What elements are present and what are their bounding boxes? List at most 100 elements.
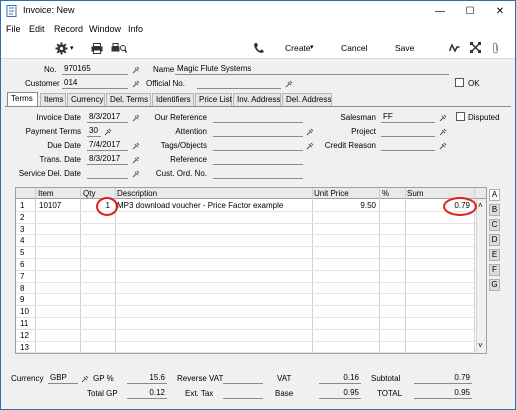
create-dropdown-icon[interactable]: ▾ (310, 43, 314, 51)
col-percent: % (382, 189, 390, 198)
print-icon[interactable] (91, 43, 103, 54)
cell-unit-price[interactable]: 9.50 (314, 201, 376, 210)
due-date-field[interactable]: 7/4/2017 (87, 140, 128, 151)
disputed-checkbox[interactable] (456, 112, 465, 121)
menu-record[interactable]: Record (54, 24, 83, 34)
invoice-app-icon (6, 5, 17, 17)
no-field[interactable]: 970165 (62, 64, 128, 75)
service-del-date-paste-icon[interactable] (132, 170, 140, 178)
total-gp-field: 0.12 (127, 388, 167, 399)
cell-description[interactable]: MP3 download voucher - Price Factor exam… (117, 201, 283, 210)
currency-field[interactable]: GBP (48, 373, 78, 384)
maximize-button[interactable]: ☐ (455, 1, 485, 21)
tab-items[interactable]: Items (40, 93, 66, 106)
row-number: 8 (20, 283, 25, 293)
menu-edit[interactable]: Edit (29, 24, 45, 34)
paste-special-icon[interactable] (132, 66, 140, 74)
row-tab-b[interactable]: B (489, 204, 500, 216)
gp-percent-label: GP % (93, 374, 114, 383)
attachment-icon[interactable] (491, 42, 500, 54)
scroll-up-icon[interactable]: ˄ (478, 201, 483, 210)
col-description: Description (117, 189, 158, 198)
base-field: 0.95 (319, 388, 361, 399)
customer-field[interactable]: 014 (62, 78, 128, 89)
customer-paste-icon[interactable] (132, 80, 140, 88)
tab-del-terms[interactable]: Del. Terms (106, 93, 151, 106)
invoice-date-label: Invoice Date (36, 113, 81, 122)
row-number: 4 (20, 236, 25, 246)
row-tab-f[interactable]: F (489, 264, 500, 276)
row-tab-c[interactable]: C (489, 219, 500, 231)
salesman-field[interactable]: FF (381, 112, 435, 123)
cancel-button[interactable]: Cancel (341, 43, 367, 53)
grid-scrollbar[interactable]: ˄ ˅ (476, 199, 486, 353)
tab-currency[interactable]: Currency (67, 93, 105, 106)
menu-bar: File Edit Record Window Info (1, 21, 515, 37)
project-paste-icon[interactable] (439, 128, 447, 136)
payment-terms-paste-icon[interactable] (104, 128, 112, 136)
gear-icon[interactable] (55, 42, 68, 55)
menu-file[interactable]: File (6, 24, 21, 34)
credit-reason-field[interactable] (381, 140, 435, 151)
close-button[interactable]: ✕ (485, 1, 515, 21)
service-del-date-field[interactable] (87, 168, 128, 179)
row-tab-d[interactable]: D (489, 234, 500, 246)
menu-info[interactable]: Info (128, 24, 143, 34)
attention-field[interactable] (213, 126, 303, 137)
name-field[interactable]: Magic Flute Systems (175, 64, 449, 75)
trans-date-label: Trans. Date (39, 155, 82, 164)
trans-date-field[interactable]: 8/3/2017 (87, 154, 128, 165)
row-tab-g[interactable]: G (489, 279, 500, 291)
toolbar: ▾ Create ▾ Cancel Save (1, 37, 515, 59)
activity-icon[interactable] (449, 43, 460, 53)
salesman-paste-icon[interactable] (439, 114, 447, 122)
cell-item[interactable]: 10107 (39, 201, 61, 210)
payment-terms-field[interactable]: 30 (87, 126, 101, 137)
tags-objects-field[interactable] (213, 140, 303, 151)
grid-header: Item Qty Description Unit Price % Sum (16, 188, 486, 199)
create-button[interactable]: Create (285, 43, 311, 53)
minimize-button[interactable]: — (425, 1, 455, 21)
customer-label: Customer (25, 79, 60, 88)
official-paste-icon[interactable] (285, 80, 293, 88)
row-tab-e[interactable]: E (489, 249, 500, 261)
save-button[interactable]: Save (395, 43, 414, 53)
reference-field[interactable] (213, 154, 303, 165)
print-preview-icon[interactable] (111, 43, 127, 54)
expand-icon[interactable] (470, 42, 481, 53)
due-date-paste-icon[interactable] (132, 142, 140, 150)
row-number: 10 (20, 307, 29, 317)
credit-reason-paste-icon[interactable] (439, 142, 447, 150)
tab-identifiers[interactable]: Identifiers (152, 93, 194, 106)
gp-percent-field: 15.6 (127, 373, 167, 384)
attention-paste-icon[interactable] (306, 128, 314, 136)
name-label: Name (153, 65, 175, 74)
official-no-field[interactable] (197, 78, 281, 89)
cust-ord-no-field[interactable] (213, 168, 303, 179)
tab-del-address[interactable]: Del. Address (282, 93, 332, 106)
disputed-label: Disputed (468, 113, 500, 122)
our-reference-field[interactable] (213, 112, 303, 123)
reverse-vat-label: Reverse VAT (177, 374, 224, 383)
reference-label: Reference (170, 155, 207, 164)
ok-checkbox[interactable] (455, 78, 464, 87)
tags-objects-label: Tags/Objects (160, 141, 207, 150)
tab-inv-address[interactable]: Inv. Address (233, 93, 281, 106)
total-gp-label: Total GP (87, 389, 118, 398)
invoice-date-paste-icon[interactable] (132, 114, 140, 122)
menu-window[interactable]: Window (89, 24, 121, 34)
currency-paste-icon[interactable] (81, 375, 89, 383)
tab-price-list[interactable]: Price List (195, 93, 232, 106)
tab-terms[interactable]: Terms (7, 92, 38, 107)
row-number: 6 (20, 260, 25, 269)
row-tab-a[interactable]: A (489, 189, 500, 201)
trans-date-paste-icon[interactable] (132, 156, 140, 164)
total-label: TOTAL (377, 389, 403, 398)
invoice-date-field[interactable]: 8/3/2017 (87, 112, 128, 123)
phone-icon[interactable] (253, 42, 264, 54)
col-qty: Qty (83, 189, 96, 198)
project-field[interactable] (381, 126, 435, 137)
chevron-down-icon[interactable]: ▾ (70, 44, 74, 52)
items-grid[interactable]: Item Qty Description Unit Price % Sum 11… (15, 187, 487, 354)
scroll-down-icon[interactable]: ˅ (478, 341, 483, 350)
